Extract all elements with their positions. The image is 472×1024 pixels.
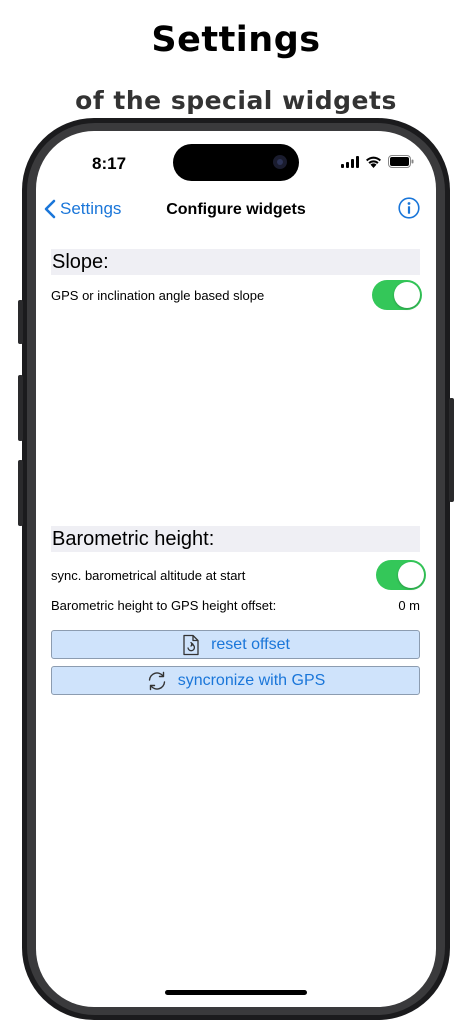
battery-icon (388, 155, 414, 168)
action-button (18, 300, 23, 344)
promo-title: Settings (151, 20, 321, 60)
home-indicator[interactable] (165, 990, 307, 995)
wifi-icon (366, 156, 381, 168)
toggle-knob (394, 282, 420, 308)
reset-offset-label: reset offset (211, 635, 290, 653)
status-icons (341, 155, 414, 168)
back-button-label: Settings (60, 199, 122, 218)
back-button[interactable]: Settings (44, 199, 121, 219)
phone-screen: 8:17 Configure widgets Settings Slope: G… (36, 131, 436, 1007)
sync-altitude-toggle[interactable] (376, 560, 426, 590)
barometric-section-header: Barometric height: (51, 526, 420, 552)
toggle-knob (398, 562, 424, 588)
reset-offset-button[interactable]: reset offset (51, 630, 420, 659)
slope-section-header: Slope: (51, 249, 420, 275)
signal-icon (341, 155, 359, 168)
document-reset-icon (183, 634, 199, 655)
power-button (449, 398, 454, 502)
status-time: 8:17 (92, 154, 127, 173)
chevron-left-icon (44, 199, 56, 219)
offset-label: Barometric height to GPS height offset: (51, 598, 277, 613)
info-icon[interactable] (398, 197, 420, 219)
sync-altitude-label: sync. barometrical altitude at start (51, 568, 246, 583)
camera-icon (273, 155, 287, 169)
volume-down-button (18, 460, 23, 526)
navigation-bar: Configure widgets Settings (36, 197, 436, 225)
gps-slope-label: GPS or inclination angle based slope (51, 288, 265, 303)
sync-gps-button[interactable]: syncronize with GPS (51, 666, 420, 695)
sync-arrows-icon (148, 671, 165, 690)
offset-value: 0 m (398, 598, 420, 613)
dynamic-island (173, 144, 299, 181)
volume-up-button (18, 375, 23, 441)
sync-gps-label: syncronize with GPS (177, 671, 326, 689)
gps-slope-toggle[interactable] (372, 280, 422, 310)
promo-subtitle: of the special widgets (75, 86, 397, 115)
